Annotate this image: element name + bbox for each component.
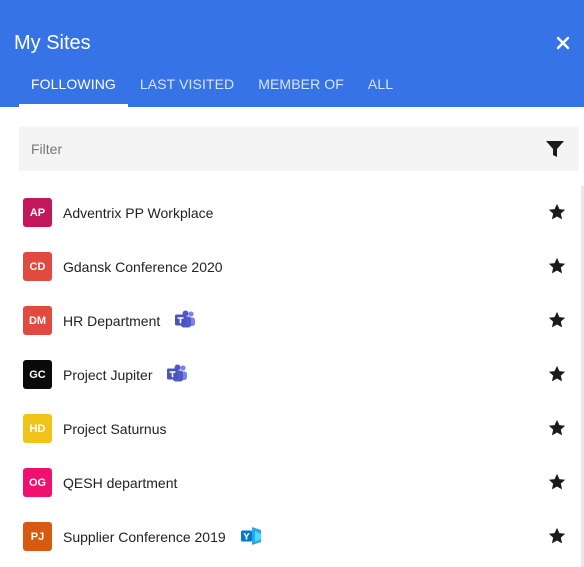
site-row[interactable]: DM HR Department [0,294,584,348]
star-icon[interactable] [547,526,567,546]
teams-icon [166,364,188,384]
tab-last-visited[interactable]: LAST VISITED [128,72,246,107]
site-name[interactable]: Project Saturnus [63,420,167,438]
site-avatar: PJ [23,522,52,551]
star-icon[interactable] [547,310,567,330]
star-icon[interactable] [547,418,567,438]
site-name[interactable]: QESH department [63,474,177,492]
star-icon[interactable] [547,472,567,492]
site-row[interactable]: OG QESH department [0,456,584,510]
site-name[interactable]: HR Department [63,312,160,330]
panel-header: My Sites FOLLOWING LAST VISITED MEMBER O… [0,0,584,107]
tab-member-of[interactable]: MEMBER OF [246,72,356,107]
yammer-icon [240,526,262,546]
site-name[interactable]: Gdansk Conference 2020 [63,258,223,276]
site-avatar: OG [23,468,52,497]
site-avatar: GC [23,360,52,389]
site-name[interactable]: Supplier Conference 2019 [63,528,226,546]
site-name[interactable]: Project Jupiter [63,366,152,384]
site-row[interactable]: AP Adventrix PP Workplace [0,186,584,240]
tab-all[interactable]: ALL [356,72,405,107]
tab-following[interactable]: FOLLOWING [19,72,128,107]
filter-funnel-icon[interactable] [545,139,565,159]
site-name[interactable]: Adventrix PP Workplace [63,204,213,222]
star-icon[interactable] [547,256,567,276]
site-avatar: DM [23,306,52,335]
site-row[interactable]: CD Gdansk Conference 2020 [0,240,584,294]
filter-input[interactable] [19,127,519,171]
panel-title: My Sites [14,32,91,54]
site-row[interactable]: HD Project Saturnus [0,402,584,456]
site-avatar: CD [23,252,52,281]
filter-bar [19,127,579,171]
site-row[interactable]: PJ Supplier Conference 2019 [0,510,584,564]
teams-icon [174,310,196,330]
close-icon[interactable] [556,36,570,50]
site-avatar: AP [23,198,52,227]
star-icon[interactable] [547,202,567,222]
star-icon[interactable] [547,364,567,384]
site-row[interactable]: GC Project Jupiter [0,348,584,402]
site-list: AP Adventrix PP Workplace CD Gdansk Confere… [0,186,584,564]
site-avatar: HD [23,414,52,443]
tab-bar: FOLLOWING LAST VISITED MEMBER OF ALL [19,72,405,107]
